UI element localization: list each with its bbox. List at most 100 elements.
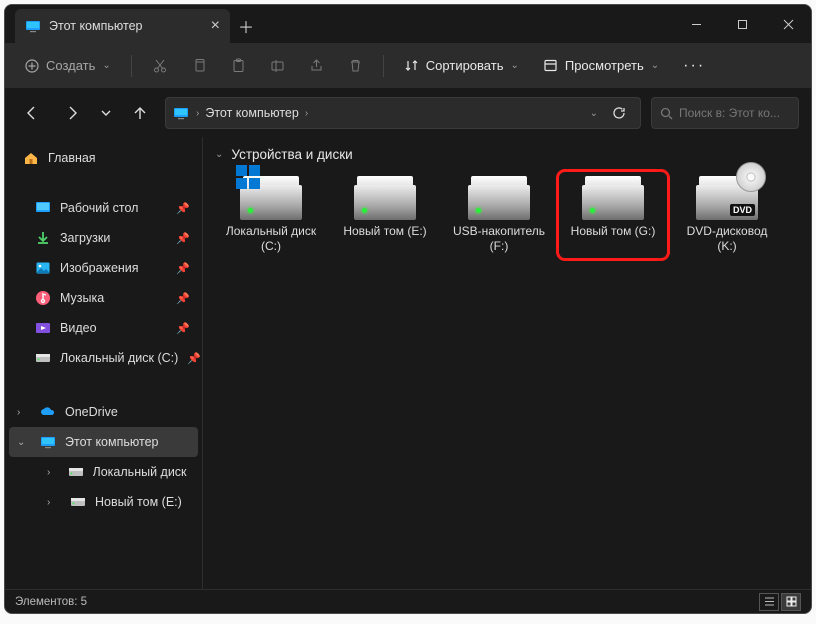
sidebar-music[interactable]: Музыка 📌 <box>9 283 198 313</box>
drive-grid: Локальный диск(C:) Новый том (E:) USB-на… <box>211 172 803 258</box>
sidebar-local-c[interactable]: Локальный диск (C:)📌 <box>9 343 198 373</box>
rename-button[interactable] <box>260 50 295 82</box>
expand-icon[interactable]: › <box>47 497 61 508</box>
expand-icon[interactable]: › <box>17 407 31 418</box>
chevron-right-icon: › <box>196 108 199 119</box>
label: Изображения <box>60 261 139 275</box>
sidebar-downloads[interactable]: Загрузки 📌 <box>9 223 198 253</box>
view-label: Просмотреть <box>565 58 644 73</box>
chevron-down-icon: ⌄ <box>510 60 518 71</box>
sort-button[interactable]: Сортировать ⌄ <box>394 50 529 82</box>
create-label: Создать <box>46 58 95 73</box>
maximize-button[interactable] <box>719 5 765 43</box>
refresh-button[interactable] <box>604 106 634 120</box>
drive-label: DVD-дисковод <box>687 224 768 238</box>
label: Локальный диск (C:) <box>93 465 190 479</box>
search-placeholder: Поиск в: Этот ко... <box>679 106 780 120</box>
chevron-down-icon: ⌄ <box>651 60 659 71</box>
cut-button[interactable] <box>142 50 178 82</box>
sidebar-onedrive[interactable]: › OneDrive <box>9 397 198 427</box>
drive-letter: (F:) <box>490 239 509 253</box>
label: Видео <box>60 321 97 335</box>
tab-close-icon[interactable]: × <box>211 18 220 34</box>
view-large-button[interactable] <box>781 593 801 611</box>
drive-e[interactable]: Новый том (E:) <box>331 172 439 258</box>
share-button[interactable] <box>299 50 334 82</box>
view-details-button[interactable] <box>759 593 779 611</box>
sidebar-desktop[interactable]: Рабочий стол 📌 <box>9 193 198 223</box>
minimize-button[interactable] <box>673 5 719 43</box>
label: Рабочий стол <box>60 201 138 215</box>
pc-icon <box>172 104 190 122</box>
group-header[interactable]: ⌄ Устройства и диски <box>215 147 803 162</box>
drive-letter: (C:) <box>261 239 281 253</box>
pc-icon <box>40 434 56 450</box>
sidebar-videos[interactable]: Видео📌 <box>9 313 198 343</box>
chevron-down-icon[interactable]: ⌄ <box>590 108 598 119</box>
paste-button[interactable] <box>221 50 256 82</box>
drive-label: USB-накопитель <box>453 224 545 238</box>
label: Загрузки <box>60 231 110 245</box>
status-bar: Элементов: 5 <box>5 589 811 613</box>
cloud-icon <box>40 404 56 420</box>
create-button[interactable]: Создать ⌄ <box>15 50 121 82</box>
separator <box>383 55 384 77</box>
recent-button[interactable] <box>97 98 115 128</box>
breadcrumb-segment[interactable]: Этот компьютер <box>205 106 298 120</box>
music-icon <box>35 290 51 306</box>
home-icon <box>23 150 39 166</box>
sidebar-sub-local-c[interactable]: › Локальный диск (C:) <box>9 457 198 487</box>
downloads-icon <box>35 230 51 246</box>
tab-title: Этот компьютер <box>49 19 142 33</box>
label: OneDrive <box>65 405 118 419</box>
pin-icon: 📌 <box>176 262 190 275</box>
drive-icon <box>582 176 644 220</box>
toolbar: Создать ⌄ Сортировать ⌄ Просмотреть ⌄ ··… <box>5 43 811 89</box>
sort-label: Сортировать <box>426 58 504 73</box>
drive-c[interactable]: Локальный диск(C:) <box>217 172 325 258</box>
drive-k[interactable]: DVD DVD-дисковод(K:) <box>673 172 781 258</box>
main-pane: ⌄ Устройства и диски Локальный диск(C:) … <box>203 137 811 589</box>
view-button[interactable]: Просмотреть ⌄ <box>533 50 669 82</box>
sidebar-this-pc[interactable]: ⌄ Этот компьютер <box>9 427 198 457</box>
search-box[interactable]: Поиск в: Этот ко... <box>651 97 799 129</box>
collapse-icon[interactable]: ⌄ <box>17 437 31 448</box>
copy-button[interactable] <box>182 50 217 82</box>
new-tab-button[interactable]: ＋ <box>230 9 262 43</box>
videos-icon <box>35 320 51 336</box>
drive-g[interactable]: Новый том (G:) <box>559 172 667 258</box>
pin-icon: 📌 <box>176 292 190 305</box>
chevron-down-icon: ⌄ <box>102 60 110 71</box>
drive-label: Локальный диск <box>226 224 316 238</box>
close-window-button[interactable] <box>765 5 811 43</box>
sidebar: Главная Рабочий стол 📌 Загрузки 📌 Изображе… <box>5 137 203 589</box>
separator <box>131 55 132 77</box>
sidebar-home[interactable]: Главная <box>15 143 198 173</box>
drive-letter: (K:) <box>717 239 736 253</box>
label: Музыка <box>60 291 104 305</box>
forward-button[interactable] <box>57 98 87 128</box>
label: Этот компьютер <box>65 435 158 449</box>
drive-label: Новый том (G:) <box>571 224 656 238</box>
tab-this-pc[interactable]: Этот компьютер × <box>15 9 230 43</box>
up-button[interactable] <box>125 98 155 128</box>
pc-icon <box>25 18 41 34</box>
sidebar-sub-new-e[interactable]: › Новый том (E:) <box>9 487 198 517</box>
back-button[interactable] <box>17 98 47 128</box>
drive-icon <box>240 176 302 220</box>
sidebar-pictures[interactable]: Изображения 📌 <box>9 253 198 283</box>
expand-icon[interactable]: › <box>47 467 59 478</box>
address-bar[interactable]: › Этот компьютер › ⌄ <box>165 97 641 129</box>
pin-icon: 📌 <box>176 232 190 245</box>
delete-button[interactable] <box>338 50 373 82</box>
chevron-right-icon: › <box>305 108 308 119</box>
pictures-icon <box>35 260 51 276</box>
dvd-icon: DVD <box>696 176 758 220</box>
drive-f[interactable]: USB-накопитель(F:) <box>445 172 553 258</box>
more-button[interactable]: ··· <box>673 50 715 82</box>
pin-icon: 📌 <box>187 352 201 365</box>
chevron-down-icon: ⌄ <box>215 149 223 160</box>
pin-icon: 📌 <box>176 202 190 215</box>
drive-icon <box>468 176 530 220</box>
desktop-icon <box>35 200 51 216</box>
